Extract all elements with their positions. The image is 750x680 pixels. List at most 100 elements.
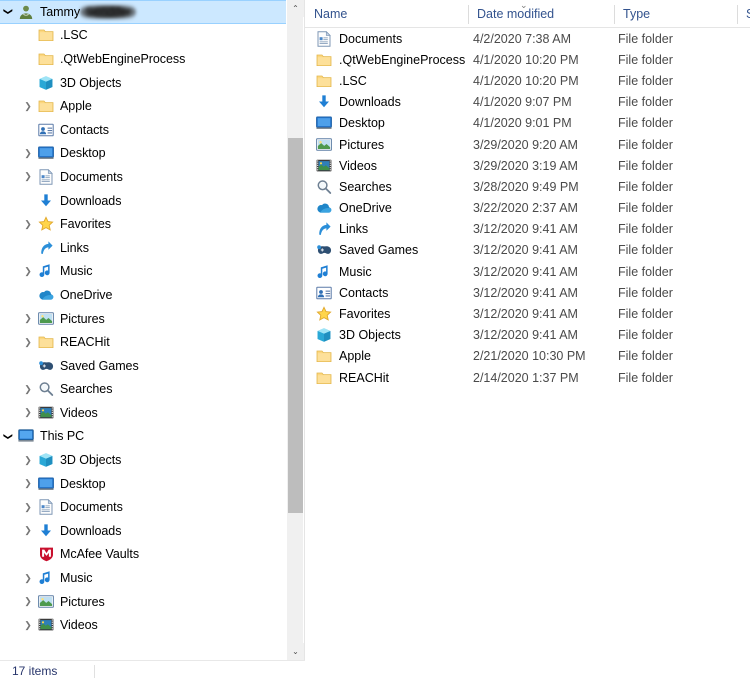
tree-item-downloads[interactable]: ❯Downloads: [0, 189, 286, 213]
column-header-row[interactable]: Name Date modified⌄ Type Si: [305, 0, 750, 28]
chevron-right-icon[interactable]: ❯: [20, 502, 36, 512]
file-date-modified: 4/1/2020 9:07 PM: [473, 95, 572, 110]
file-list-row[interactable]: 3D Objects 3/12/2020 9:41 AM File folder: [305, 325, 750, 346]
contacts-icon: [314, 285, 334, 301]
tree-item-tammy[interactable]: ❯ Tammy Sendifer: [0, 0, 286, 24]
file-list-row[interactable]: OneDrive 3/22/2020 2:37 AM File folder: [305, 198, 750, 219]
tree-item-pictures[interactable]: ❯ Pictures: [0, 307, 286, 331]
tree-item-onedrive[interactable]: ❯OneDrive: [0, 283, 286, 307]
column-header-type[interactable]: Type: [614, 0, 650, 28]
file-name-cell[interactable]: 3D Objects: [314, 327, 401, 343]
file-name-cell[interactable]: Music: [314, 264, 372, 280]
column-header-date[interactable]: Date modified: [468, 0, 554, 28]
scroll-down-arrow-icon[interactable]: ⌄: [287, 643, 304, 660]
file-name-cell[interactable]: Videos: [314, 158, 377, 174]
tree-item-qtwebengineprocess[interactable]: ❯.QtWebEngineProcess: [0, 47, 286, 71]
file-list-rows[interactable]: Documents 4/2/2020 7:38 AM File folder .QtW…: [305, 28, 750, 388]
file-list-row[interactable]: REACHit 2/14/2020 1:37 PM File folder: [305, 367, 750, 388]
tree-item-this-pc[interactable]: ❯ This PC: [0, 425, 286, 449]
file-list-row[interactable]: Music 3/12/2020 9:41 AM File folder: [305, 261, 750, 282]
chevron-right-icon[interactable]: ❯: [20, 573, 36, 583]
file-date-modified: 3/29/2020 9:20 AM: [473, 137, 578, 152]
file-name-cell[interactable]: Downloads: [314, 94, 401, 110]
tree-item-3d-objects[interactable]: ❯3D Objects: [0, 448, 286, 472]
file-list-row[interactable]: Saved Games 3/12/2020 9:41 AM File folder: [305, 240, 750, 261]
navigation-scrollbar[interactable]: ⌃ ⌄: [286, 0, 304, 660]
chevron-right-icon[interactable]: ❯: [20, 266, 36, 276]
file-name-cell[interactable]: Pictures: [314, 137, 384, 153]
chevron-right-icon[interactable]: ❯: [20, 479, 36, 488]
file-list-row[interactable]: Videos 3/29/2020 3:19 AM File folder: [305, 155, 750, 176]
file-list-row[interactable]: Apple 2/21/2020 10:30 PM File folder: [305, 346, 750, 367]
file-list-row[interactable]: Searches 3/28/2020 9:49 PM File folder: [305, 176, 750, 197]
file-list-row[interactable]: Pictures 3/29/2020 9:20 AM File folder: [305, 134, 750, 155]
tree-item-reachit[interactable]: ❯ REACHit: [0, 330, 286, 354]
tree-item-favorites[interactable]: ❯ Favorites: [0, 212, 286, 236]
chevron-right-icon[interactable]: ❯: [20, 526, 36, 535]
file-list-row[interactable]: .LSC 4/1/2020 10:20 PM File folder: [305, 70, 750, 91]
file-list-row[interactable]: Documents 4/2/2020 7:38 AM File folder: [305, 28, 750, 49]
column-header-size[interactable]: Si: [737, 0, 750, 28]
tree-item-links[interactable]: ❯Links: [0, 236, 286, 260]
tree-item-searches[interactable]: ❯ Searches: [0, 378, 286, 402]
chevron-right-icon[interactable]: ❯: [20, 620, 36, 630]
chevron-right-icon[interactable]: ❯: [20, 219, 36, 229]
tree-item-downloads[interactable]: ❯Downloads: [0, 519, 286, 543]
file-name-cell[interactable]: .LSC: [314, 73, 367, 89]
file-list-row[interactable]: Desktop 4/1/2020 9:01 PM File folder: [305, 113, 750, 134]
file-name-cell[interactable]: Saved Games: [314, 242, 418, 258]
tree-item-videos[interactable]: ❯ Videos: [0, 613, 286, 637]
tree-item-3d-objects[interactable]: ❯3D Objects: [0, 71, 286, 95]
chevron-down-icon[interactable]: ❯: [4, 4, 14, 20]
file-name-cell[interactable]: Searches: [314, 179, 392, 195]
tree-item-pictures[interactable]: ❯ Pictures: [0, 590, 286, 614]
tree-item-apple[interactable]: ❯ Apple: [0, 94, 286, 118]
file-list-row[interactable]: .QtWebEngineProcess 4/1/2020 10:20 PM File…: [305, 49, 750, 70]
file-list-row[interactable]: Downloads 4/1/2020 9:07 PM File folder: [305, 92, 750, 113]
file-name-cell[interactable]: Desktop: [314, 115, 385, 131]
file-name-label: Saved Games: [339, 243, 419, 258]
tree-item-documents[interactable]: ❯ Documents: [0, 495, 286, 519]
tree-item-music[interactable]: ❯ Music: [0, 260, 286, 284]
column-header-name[interactable]: Name: [305, 0, 347, 28]
tree-item-lsc[interactable]: ❯.LSC: [0, 24, 286, 48]
tree-item-desktop[interactable]: ❯ Desktop: [0, 472, 286, 496]
chevron-right-icon[interactable]: ❯: [20, 101, 36, 111]
file-list-pane[interactable]: Name Date modified⌄ Type Si Documents 4/2/20…: [305, 0, 750, 680]
sort-indicator-chevron-down-icon: ⌄: [520, 0, 528, 10]
chevron-right-icon[interactable]: ❯: [20, 337, 36, 347]
chevron-right-icon[interactable]: ❯: [20, 172, 36, 181]
file-list-row[interactable]: Contacts 3/12/2020 9:41 AM File folder: [305, 282, 750, 303]
file-name-cell[interactable]: Documents: [314, 30, 402, 47]
file-name-cell[interactable]: REACHit: [314, 370, 389, 386]
tree-item-music[interactable]: ❯ Music: [0, 566, 286, 590]
tree-item-mcafee-vaults[interactable]: ❯McAfee Vaults: [0, 543, 286, 567]
tree-item-desktop[interactable]: ❯ Desktop: [0, 142, 286, 166]
scrollbar-thumb[interactable]: [288, 138, 303, 513]
tree-item-contacts[interactable]: ❯Contacts: [0, 118, 286, 142]
file-name-cell[interactable]: OneDrive: [314, 200, 392, 216]
chevron-right-icon[interactable]: ❯: [20, 597, 36, 606]
chevron-right-icon[interactable]: ❯: [20, 408, 36, 417]
chevron-right-icon[interactable]: ❯: [20, 384, 36, 394]
chevron-right-icon[interactable]: ❯: [20, 148, 36, 158]
desktop-icon: [36, 145, 56, 161]
file-name-cell[interactable]: Links: [314, 221, 368, 237]
desktop-icon: [314, 115, 334, 131]
scroll-up-arrow-icon[interactable]: ⌃: [287, 0, 304, 17]
file-name-cell[interactable]: Contacts: [314, 285, 388, 301]
tree-item-saved-games[interactable]: ❯Saved Games: [0, 354, 286, 378]
folder-icon: [314, 52, 334, 68]
file-list-row[interactable]: Links 3/12/2020 9:41 AM File folder: [305, 219, 750, 240]
chevron-down-icon[interactable]: ❯: [4, 428, 14, 444]
chevron-right-icon[interactable]: ❯: [20, 455, 36, 465]
tree-item-documents[interactable]: ❯ Documents: [0, 165, 286, 189]
file-name-cell[interactable]: Apple: [314, 348, 371, 364]
file-name-cell[interactable]: .QtWebEngineProcess: [314, 52, 465, 68]
navigation-pane[interactable]: ❯Tammy Sendifer❯.LSC❯.QtWebEngineProcess…: [0, 0, 286, 660]
file-list-row[interactable]: Favorites 3/12/2020 9:41 AM File folder: [305, 303, 750, 324]
chevron-right-icon[interactable]: ❯: [20, 314, 36, 323]
file-name-cell[interactable]: Favorites: [314, 306, 390, 322]
tree-item-label: Music: [60, 571, 93, 586]
tree-item-videos[interactable]: ❯ Videos: [0, 401, 286, 425]
